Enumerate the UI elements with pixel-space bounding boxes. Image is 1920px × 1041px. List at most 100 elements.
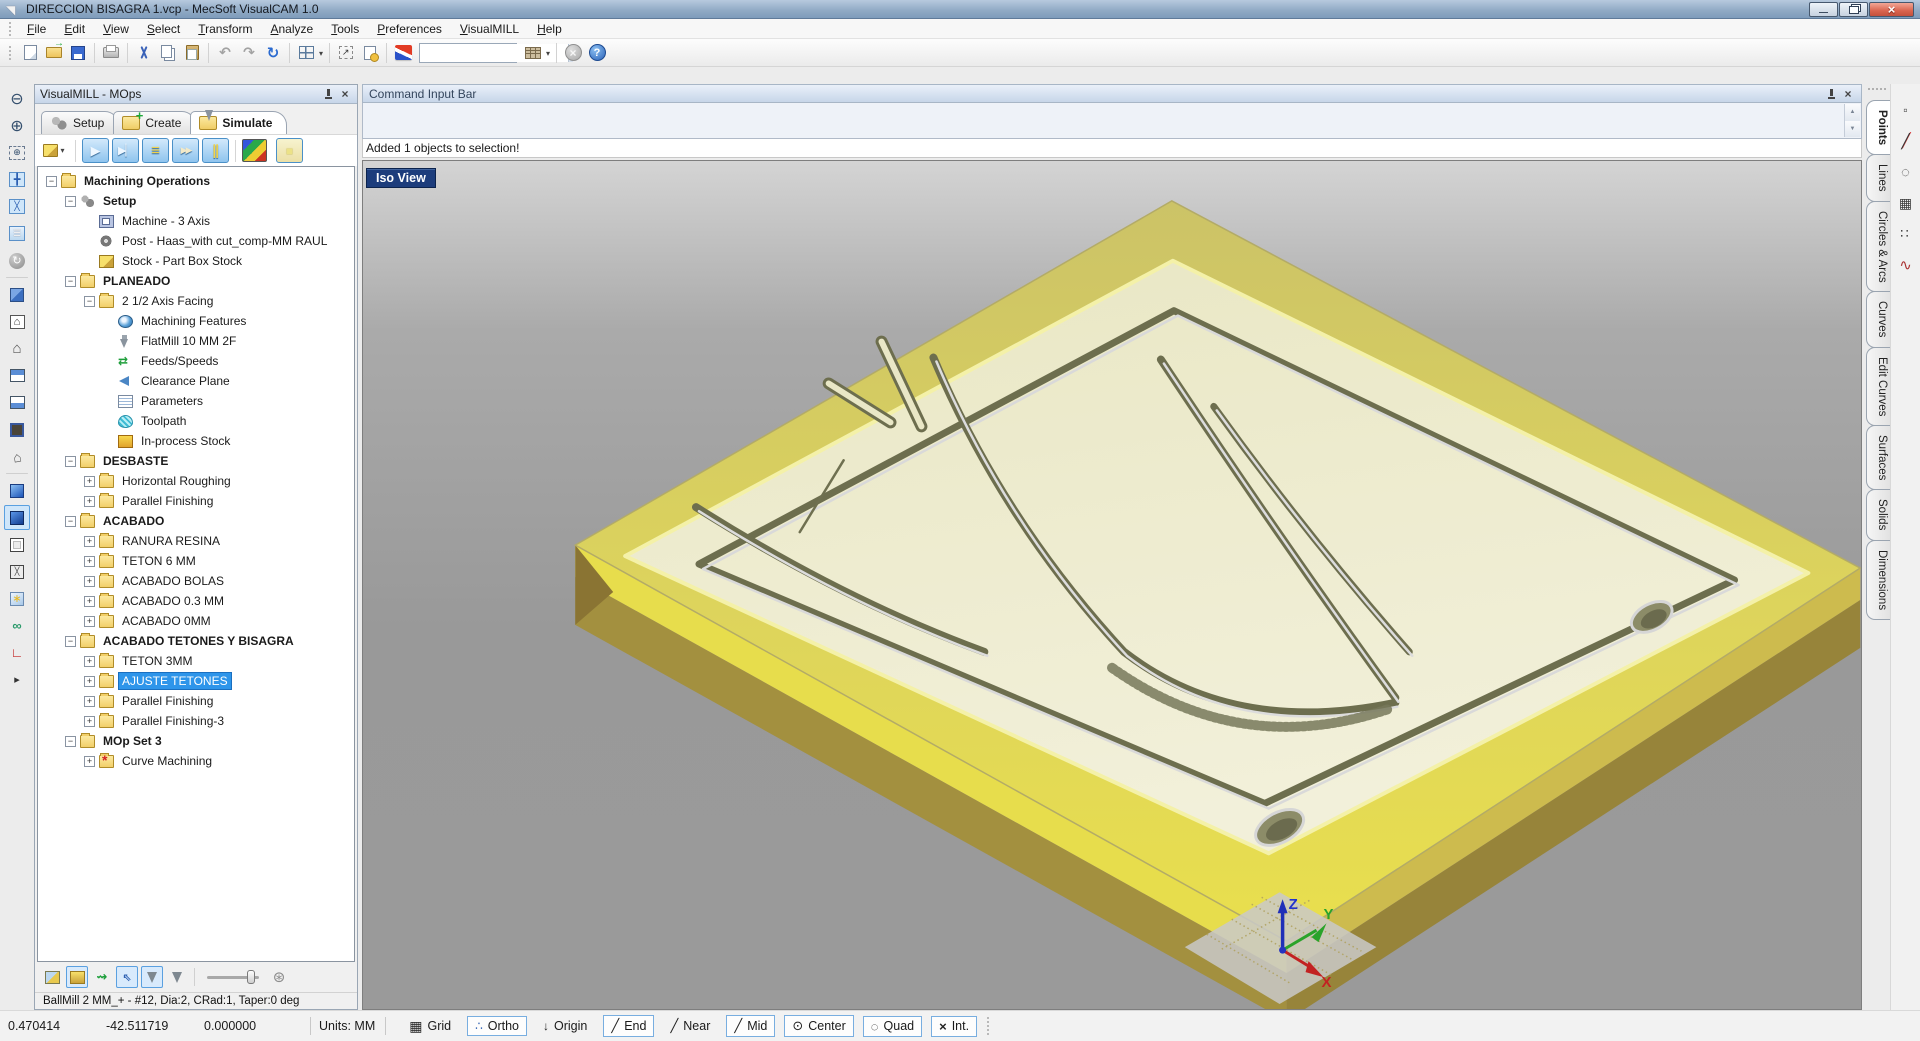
tree-expander-icon[interactable] — [84, 536, 95, 547]
tree-item[interactable]: Machine - 3 Axis — [38, 211, 354, 231]
tree-expander-icon[interactable] — [65, 636, 76, 647]
mop-set-combobox[interactable]: ▾ — [419, 43, 517, 63]
point-tool-button[interactable] — [1894, 222, 1918, 246]
view-toolbar-button[interactable] — [4, 282, 30, 307]
view-toolbar-button[interactable] — [4, 113, 30, 138]
part-3d-model[interactable]: Z Y X — [363, 161, 1861, 1009]
tree-expander-icon[interactable] — [84, 656, 95, 667]
tree-item[interactable]: ACABADO TETONES Y BISAGRA — [38, 631, 354, 651]
tree-item[interactable]: PLANEADO — [38, 271, 354, 291]
statusbar-grip[interactable] — [987, 1017, 991, 1035]
mops-tab[interactable]: Setup — [41, 111, 119, 134]
close-icon[interactable] — [1841, 87, 1855, 101]
display-toggle-button[interactable] — [41, 966, 63, 988]
toolbar-button[interactable] — [213, 41, 237, 65]
menu-item[interactable]: Transform — [189, 20, 261, 38]
view-toolbar-button[interactable] — [4, 309, 30, 334]
tree-item[interactable]: Parallel Finishing-3 — [38, 711, 354, 731]
point-tool-button[interactable] — [1894, 191, 1918, 215]
snap-toggle[interactable]: Near — [663, 1016, 717, 1036]
modeling-tab[interactable]: Lines — [1866, 154, 1890, 202]
gear-icon[interactable] — [268, 966, 290, 988]
tree-item[interactable]: Setup — [38, 191, 354, 211]
simulate-button[interactable] — [172, 138, 199, 163]
toolbar-button[interactable] — [261, 41, 285, 65]
view-toolbar-button[interactable] — [6, 473, 28, 474]
tree-item[interactable]: ACABADO 0.3 MM — [38, 591, 354, 611]
tree-item[interactable]: Parameters — [38, 391, 354, 411]
toolbar-button[interactable] — [127, 43, 128, 63]
tree-item[interactable]: Toolpath — [38, 411, 354, 431]
menu-item[interactable]: Preferences — [368, 20, 451, 38]
display-toggle-button[interactable] — [116, 966, 138, 988]
tree-item[interactable]: RANURA RESINA — [38, 531, 354, 551]
tree-item[interactable]: Parallel Finishing — [38, 491, 354, 511]
dock-grip[interactable] — [1868, 88, 1886, 96]
modeling-tab[interactable]: Edit Curves — [1866, 347, 1890, 426]
tree-expander-icon[interactable] — [84, 576, 95, 587]
minimize-button[interactable] — [1809, 2, 1838, 17]
view-toolbar-button[interactable] — [4, 532, 30, 557]
tree-expander-icon[interactable] — [84, 296, 95, 307]
close-icon[interactable] — [338, 87, 352, 101]
toolbar-button[interactable] — [358, 41, 382, 65]
simulate-button[interactable] — [112, 138, 139, 163]
view-toolbar-button[interactable] — [4, 559, 30, 584]
tree-expander-icon[interactable] — [65, 516, 76, 527]
view-toolbar-button[interactable] — [4, 167, 30, 192]
menu-item[interactable]: View — [94, 20, 138, 38]
tree-expander-icon[interactable] — [65, 456, 76, 467]
menu-item[interactable]: Edit — [55, 20, 94, 38]
display-toggle-button[interactable] — [141, 966, 163, 988]
tree-expander-icon[interactable] — [84, 716, 95, 727]
point-tool-button[interactable] — [1894, 98, 1918, 122]
view-toolbar-button[interactable] — [4, 586, 30, 611]
tree-item[interactable]: ACABADO 0MM — [38, 611, 354, 631]
tree-item[interactable]: ACABADO — [38, 511, 354, 531]
snap-toggle[interactable]: Ortho — [467, 1016, 527, 1036]
menu-item[interactable]: Help — [528, 20, 571, 38]
stock-menu-button[interactable]: ▾ — [39, 138, 69, 163]
tree-item[interactable]: In-process Stock — [38, 431, 354, 451]
view-toolbar-button[interactable] — [4, 140, 30, 165]
toolbar-button[interactable] — [391, 41, 415, 65]
modeling-tab[interactable]: Points — [1866, 100, 1890, 155]
display-toggle-button[interactable] — [166, 966, 188, 988]
stock-material-button[interactable] — [242, 139, 267, 162]
tree-item[interactable]: ACABADO BOLAS — [38, 571, 354, 591]
view-toolbar-button[interactable] — [4, 444, 30, 469]
view-toolbar-button[interactable] — [4, 390, 30, 415]
command-input[interactable] — [363, 103, 1843, 138]
tree-item[interactable]: Post - Haas_with cut_comp-MM RAUL — [38, 231, 354, 251]
close-button[interactable] — [1869, 2, 1914, 17]
tree-expander-icon[interactable] — [84, 756, 95, 767]
view-toolbar-button[interactable] — [6, 277, 28, 278]
toolbar-button[interactable] — [237, 41, 261, 65]
view-toolbar-button[interactable] — [4, 248, 30, 273]
tree-expander-icon[interactable] — [84, 596, 95, 607]
display-toggle-button[interactable] — [66, 966, 88, 988]
tree-item[interactable]: Machining Operations — [38, 171, 354, 191]
view-toolbar-button[interactable] — [4, 194, 30, 219]
tree-expander-icon[interactable] — [65, 196, 76, 207]
simulate-stop-button[interactable] — [276, 138, 303, 163]
tree-item[interactable]: Clearance Plane — [38, 371, 354, 391]
view-toolbar-button[interactable] — [4, 336, 30, 361]
mops-tab[interactable]: Simulate — [190, 111, 287, 134]
tree-expander-icon[interactable] — [84, 696, 95, 707]
toolbar-button[interactable] — [334, 41, 358, 65]
tree-expander-icon[interactable] — [84, 676, 95, 687]
modeling-tab[interactable]: Dimensions — [1866, 540, 1890, 620]
tree-item[interactable]: MOp Set 3 — [38, 731, 354, 751]
simulate-button[interactable] — [142, 138, 169, 163]
toolbar-button[interactable] — [99, 41, 123, 65]
toolbar-button[interactable] — [94, 43, 95, 63]
scroll-down-icon[interactable]: ▼ — [1845, 121, 1860, 138]
toolbar-button[interactable] — [585, 41, 609, 65]
snap-toggle[interactable]: Quad — [863, 1016, 922, 1037]
tree-expander-icon[interactable] — [65, 736, 76, 747]
toolbar-button[interactable] — [329, 43, 330, 63]
menu-item[interactable]: File — [18, 20, 55, 38]
mops-tab[interactable]: Create — [113, 111, 196, 134]
menu-item[interactable]: Tools — [322, 20, 368, 38]
